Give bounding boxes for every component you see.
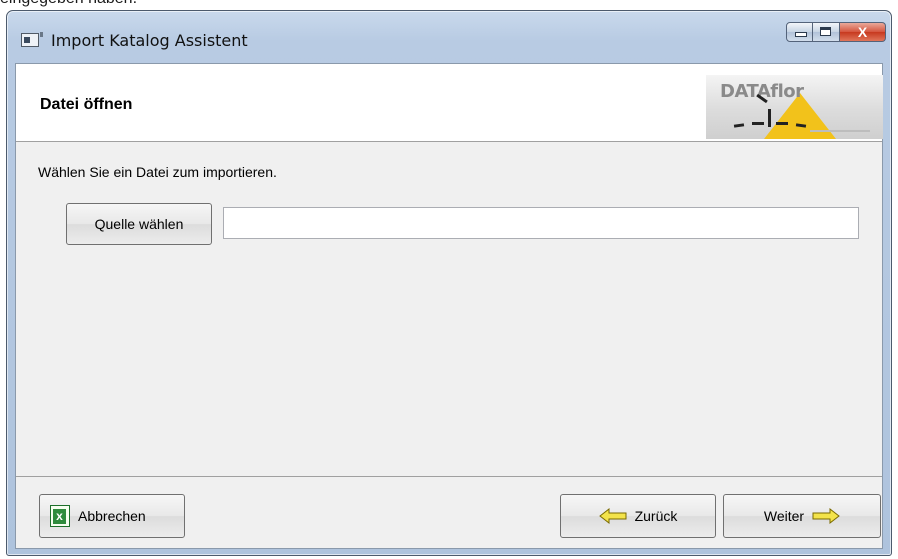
- back-label: Zurück: [634, 508, 678, 524]
- dataflor-logo: DATAflor: [706, 75, 883, 139]
- dialog-window: Import Katalog Assistent X Datei öffnen …: [6, 10, 892, 556]
- wizard-header: Datei öffnen DATAflor: [16, 64, 883, 142]
- minimize-icon: [795, 32, 807, 37]
- close-icon: X: [857, 24, 868, 40]
- choose-source-label: Quelle wählen: [94, 216, 184, 232]
- arrow-right-icon: [812, 508, 840, 524]
- app-window-icon: [21, 32, 43, 47]
- page-title: Datei öffnen: [40, 96, 133, 113]
- window-title: Import Katalog Assistent: [51, 31, 248, 50]
- choose-source-button[interactable]: Quelle wählen: [66, 203, 212, 245]
- back-button[interactable]: Zurück: [560, 494, 716, 538]
- background-caption: eingegeben haben.: [0, 0, 137, 10]
- source-path-input[interactable]: [223, 207, 859, 239]
- instruction-text: Wählen Sie ein Datei zum importieren.: [38, 164, 277, 180]
- dialog-client-area: Datei öffnen DATAflor Wählen Sie ein Dat…: [15, 63, 883, 549]
- footer-divider: [16, 476, 882, 477]
- excel-icon: x: [50, 505, 70, 527]
- maximize-icon: [820, 27, 831, 36]
- cancel-label: Abbrechen: [78, 508, 146, 524]
- cancel-button[interactable]: x Abbrechen: [39, 494, 185, 538]
- minimize-button[interactable]: [786, 22, 813, 42]
- maximize-button[interactable]: [813, 22, 840, 42]
- arrow-left-icon: [598, 508, 627, 524]
- next-button[interactable]: Weiter: [723, 494, 881, 538]
- caption-buttons: X: [786, 22, 886, 43]
- close-button[interactable]: X: [840, 22, 886, 42]
- next-label: Weiter: [763, 508, 805, 524]
- title-bar[interactable]: Import Katalog Assistent X: [7, 11, 891, 63]
